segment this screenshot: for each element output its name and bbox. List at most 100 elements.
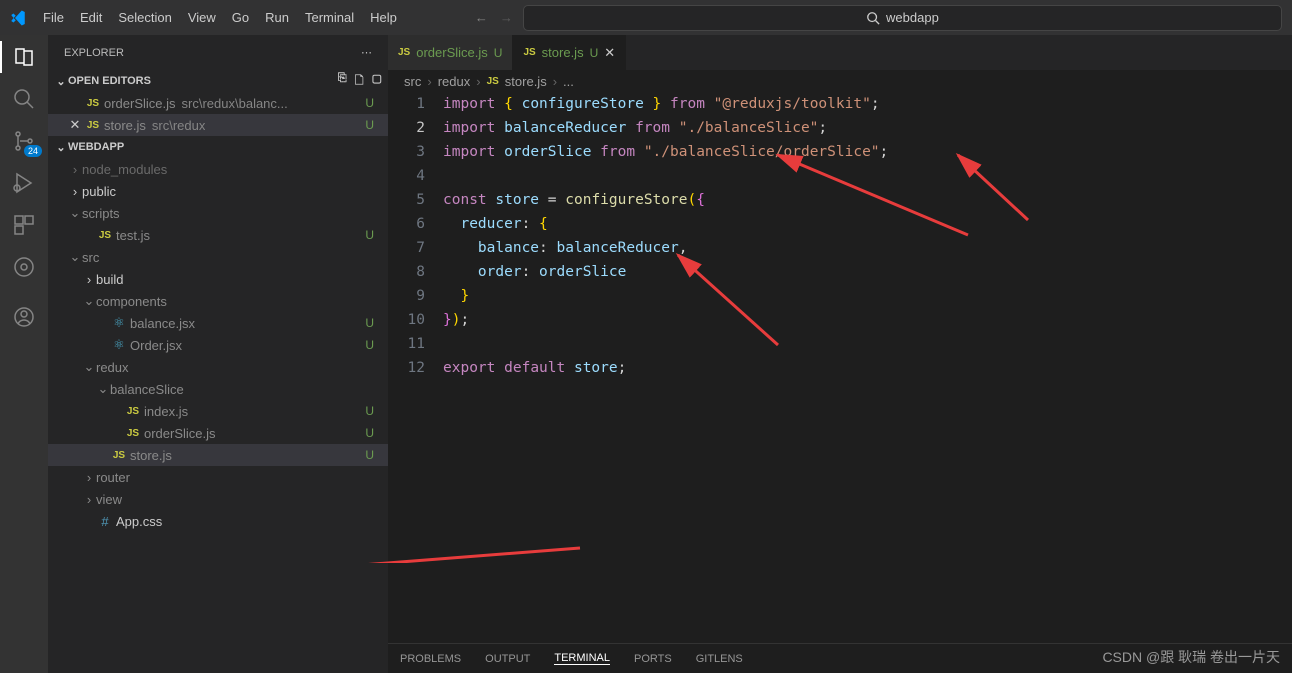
menu-help[interactable]: Help <box>362 0 405 35</box>
menu-bar: File Edit Selection View Go Run Terminal… <box>35 0 405 35</box>
panel-gitlens[interactable]: GITLENS <box>696 653 743 665</box>
folder-item[interactable]: ›build <box>48 268 388 290</box>
menu-selection[interactable]: Selection <box>110 0 179 35</box>
js-file-icon: JS <box>84 98 102 109</box>
sidebar-title: EXPLORER ⋯ <box>48 35 388 70</box>
menu-file[interactable]: File <box>35 0 72 35</box>
more-icon[interactable]: ⋯ <box>361 46 372 59</box>
menu-view[interactable]: View <box>180 0 224 35</box>
js-file-icon: JS <box>110 450 128 461</box>
open-editors-label: OPEN EDITORS <box>68 75 151 87</box>
folder-item[interactable]: ⌄redux <box>48 356 388 378</box>
open-editor-item[interactable]: JS orderSlice.js src\redux\balanc... U <box>48 92 388 114</box>
folder-item[interactable]: ›node_modules <box>48 158 388 180</box>
status-badge: U <box>365 96 374 110</box>
breadcrumb-item[interactable]: store.js <box>505 74 547 89</box>
explorer-icon[interactable] <box>12 45 36 69</box>
tree-item-label: orderSlice.js <box>144 426 216 441</box>
file-item[interactable]: JSstore.jsU <box>48 444 388 466</box>
js-file-icon: JS <box>84 120 102 131</box>
editor-area: JS orderSlice.js U JS store.js U ✕ src ›… <box>388 35 1292 673</box>
panel-output[interactable]: OUTPUT <box>485 653 530 665</box>
vscode-logo-icon <box>0 9 35 27</box>
code-content[interactable]: import { configureStore } from "@reduxjs… <box>443 92 1292 673</box>
breadcrumb-item[interactable]: redux <box>438 74 471 89</box>
debug-icon[interactable] <box>12 171 36 195</box>
search-activity-icon[interactable] <box>12 87 36 111</box>
tree-item-label: App.css <box>116 514 162 529</box>
panel-problems[interactable]: PROBLEMS <box>400 653 461 665</box>
breadcrumb[interactable]: src › redux › JS store.js › ... <box>388 70 1292 92</box>
menu-edit[interactable]: Edit <box>72 0 110 35</box>
panel-ports[interactable]: PORTS <box>634 653 672 665</box>
editor-tabs: JS orderSlice.js U JS store.js U ✕ <box>388 35 1292 70</box>
tab-orderslice[interactable]: JS orderSlice.js U <box>388 35 513 70</box>
react-file-icon: ⚛ <box>110 337 128 353</box>
tree-item-label: components <box>96 294 167 309</box>
folder-item[interactable]: ›router <box>48 466 388 488</box>
save-all-icon[interactable]: 🗋 <box>355 72 364 91</box>
js-file-icon: JS <box>487 76 499 87</box>
activity-bar: 24 <box>0 35 48 673</box>
nav-forward-icon[interactable]: → <box>500 10 513 25</box>
titlebar: File Edit Selection View Go Run Terminal… <box>0 0 1292 35</box>
editor-filename: orderSlice.js <box>104 96 176 111</box>
file-item[interactable]: JSindex.jsU <box>48 400 388 422</box>
css-file-icon: # <box>96 514 114 529</box>
panel-terminal[interactable]: TERMINAL <box>554 652 610 665</box>
file-item[interactable]: JStest.jsU <box>48 224 388 246</box>
react-file-icon: ⚛ <box>110 315 128 331</box>
breadcrumb-item[interactable]: src <box>404 74 421 89</box>
js-file-icon: JS <box>398 47 410 58</box>
close-icon[interactable]: ✕ <box>66 117 84 133</box>
editor-path: src\redux\balanc... <box>182 96 288 111</box>
sidebar: EXPLORER ⋯ ⌄ OPEN EDITORS ⎘ 🗋 ▢ JS order… <box>48 35 388 673</box>
folder-item[interactable]: ⌄src <box>48 246 388 268</box>
folder-item[interactable]: ›public <box>48 180 388 202</box>
menu-terminal[interactable]: Terminal <box>297 0 362 35</box>
tree-item-label: scripts <box>82 206 120 221</box>
file-item[interactable]: ⚛Order.jsxU <box>48 334 388 356</box>
workspace-label: WEBDAPP <box>68 141 124 153</box>
search-text: webdapp <box>886 10 939 25</box>
tree-item-label: store.js <box>130 448 172 463</box>
tab-modified: U <box>494 46 503 60</box>
file-tree: ›node_modules›public⌄scriptsJStest.jsU⌄s… <box>48 158 388 673</box>
file-item[interactable]: #App.css <box>48 510 388 532</box>
nav-back-icon[interactable]: ← <box>475 10 488 25</box>
remote-icon[interactable] <box>12 255 36 279</box>
breadcrumb-item[interactable]: ... <box>563 74 574 89</box>
tab-label: store.js <box>542 45 584 60</box>
editor-path: src\redux <box>152 118 205 133</box>
code-editor[interactable]: 123456789101112 import { configureStore … <box>388 92 1292 673</box>
close-icon[interactable]: ✕ <box>604 45 615 61</box>
file-item[interactable]: ⚛balance.jsxU <box>48 312 388 334</box>
folder-item[interactable]: ⌄scripts <box>48 202 388 224</box>
toggle-layout-icon[interactable]: ▢ <box>372 72 382 91</box>
folder-item[interactable]: ›view <box>48 488 388 510</box>
search-icon <box>866 11 880 25</box>
menu-go[interactable]: Go <box>224 0 257 35</box>
tab-label: orderSlice.js <box>416 45 488 60</box>
open-editors-header[interactable]: ⌄ OPEN EDITORS ⎘ 🗋 ▢ <box>48 70 388 92</box>
source-control-icon[interactable]: 24 <box>12 129 36 153</box>
account-icon[interactable] <box>12 305 36 329</box>
js-file-icon: JS <box>124 406 142 417</box>
workspace-header[interactable]: ⌄ WEBDAPP <box>48 136 388 158</box>
folder-item[interactable]: ⌄balanceSlice <box>48 378 388 400</box>
folder-item[interactable]: ⌄components <box>48 290 388 312</box>
new-file-icon[interactable]: ⎘ <box>338 72 347 91</box>
tab-modified: U <box>590 46 599 60</box>
watermark: CSDN @跟 耿瑞 卷出一片天 <box>1102 647 1280 667</box>
status-badge: U <box>365 118 374 132</box>
nav-arrows: ← → <box>475 10 513 25</box>
extensions-icon[interactable] <box>12 213 36 237</box>
open-editor-item[interactable]: ✕ JS store.js src\redux U <box>48 114 388 136</box>
tree-item-label: test.js <box>116 228 150 243</box>
menu-run[interactable]: Run <box>257 0 297 35</box>
tab-store[interactable]: JS store.js U ✕ <box>513 35 626 70</box>
search-bar[interactable]: webdapp <box>523 5 1282 31</box>
file-item[interactable]: JSorderSlice.jsU <box>48 422 388 444</box>
tree-item-label: src <box>82 250 99 265</box>
tree-item-label: build <box>96 272 123 287</box>
